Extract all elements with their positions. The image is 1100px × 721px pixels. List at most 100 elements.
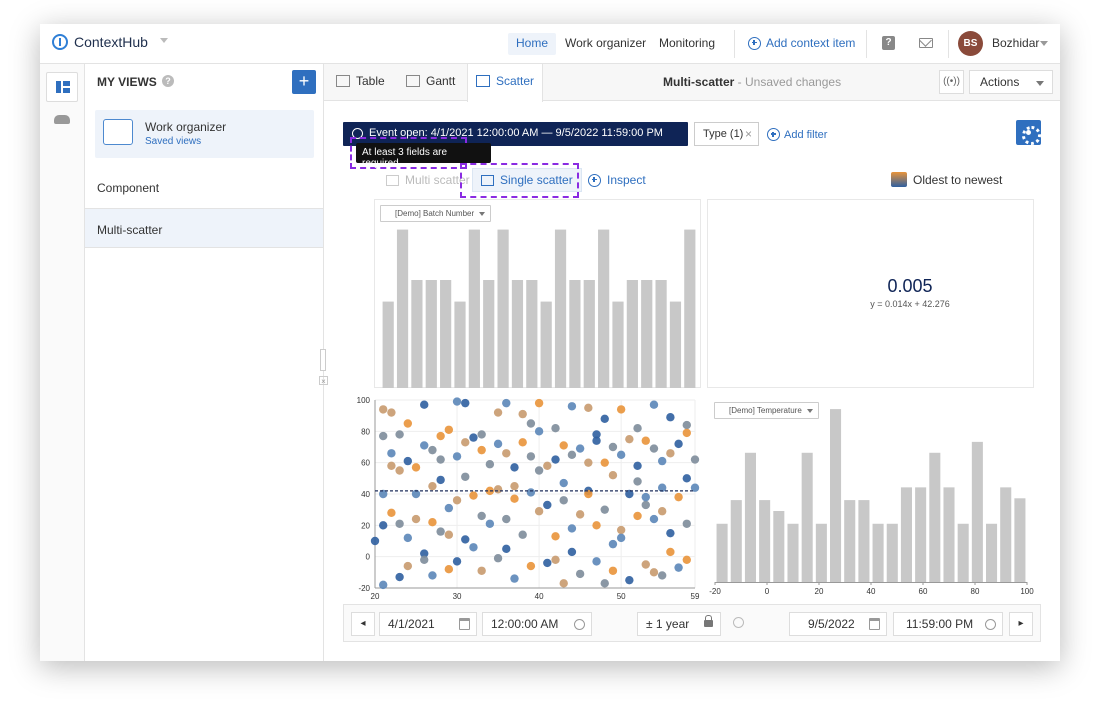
scatter-point: [428, 445, 437, 455]
scatter-point: [469, 433, 478, 442]
clock-icon[interactable]: [985, 619, 996, 630]
clock-icon[interactable]: [574, 619, 585, 630]
scatter-point: [600, 414, 609, 423]
unsaved-status: - Unsaved changes: [734, 75, 842, 89]
histogram-bar: [497, 229, 509, 388]
time-range-bar: ◂ 4/1/2021 12:00:00 AM ± 1 year 9/5/2022…: [343, 604, 1041, 642]
tab-label: Table: [356, 74, 385, 88]
scatter-point: [666, 528, 675, 538]
scatter-point: [436, 431, 445, 441]
logo[interactable]: ContextHub: [52, 34, 148, 50]
upload-rail-button[interactable]: [46, 104, 78, 134]
scatter-point: [633, 511, 642, 521]
histogram-bar: [641, 280, 653, 388]
scatter-point: [469, 491, 478, 500]
nav-home[interactable]: Home: [508, 33, 557, 55]
sidebar-item-component[interactable]: Component: [85, 167, 323, 207]
scatter-point: [682, 428, 691, 438]
chevron-down-icon[interactable]: [1040, 41, 1048, 46]
previous-range-button[interactable]: ◂: [351, 612, 375, 636]
scatter-point: [477, 566, 486, 575]
x-tick-label: 59: [691, 592, 700, 601]
scatter-point: [526, 561, 536, 571]
plus-circle-icon: [767, 128, 780, 141]
app-window: ContextHub Home Work organizer Monitorin…: [40, 24, 1060, 661]
views-rail-button[interactable]: [46, 72, 78, 102]
add-filter-button[interactable]: Add filter: [767, 128, 827, 141]
y-tick-label: 0: [366, 553, 371, 562]
left-rail: [40, 64, 85, 661]
x-histogram-panel: [374, 199, 701, 388]
scatter-point: [411, 514, 421, 524]
histogram-bar: [787, 523, 799, 582]
history-icon[interactable]: [733, 617, 744, 628]
add-view-button[interactable]: +: [292, 70, 316, 94]
sidebar-item-multi-scatter[interactable]: Multi-scatter: [85, 208, 323, 248]
view-title: Multi-scatter - Unsaved changes: [663, 75, 841, 89]
start-date-input[interactable]: 4/1/2021: [379, 612, 477, 636]
help-icon[interactable]: ?: [882, 36, 895, 50]
histogram-bar: [1000, 487, 1012, 582]
scatter-point: [534, 427, 544, 436]
histogram-bar: [929, 452, 941, 582]
chevron-down-icon[interactable]: [160, 38, 168, 43]
panel-resize-handle[interactable]: [320, 349, 326, 371]
start-time-input[interactable]: 12:00:00 AM: [482, 612, 592, 636]
y-field-label: [Demo] Temperature: [729, 406, 802, 415]
calendar-icon[interactable]: [459, 618, 470, 630]
help-icon[interactable]: ?: [162, 75, 174, 87]
histogram-bar: [986, 523, 998, 582]
scatter-point: [559, 579, 568, 588]
nav-work-organizer[interactable]: Work organizer: [557, 33, 654, 55]
add-context-item-button[interactable]: Add context item: [748, 36, 855, 50]
lock-icon[interactable]: [704, 615, 713, 627]
actions-button[interactable]: Actions: [969, 70, 1053, 94]
next-range-button[interactable]: ▸: [1009, 612, 1033, 636]
scatter-point: [452, 397, 462, 406]
scatter-point: [403, 419, 413, 428]
tab-gantt[interactable]: Gantt: [398, 64, 463, 101]
inspect-button[interactable]: Inspect: [580, 168, 654, 192]
settings-button[interactable]: [1016, 120, 1041, 145]
scatter-point: [682, 420, 691, 430]
scatter-point: [452, 496, 462, 505]
color-legend-label: Oldest to newest: [913, 173, 1003, 187]
end-date-input[interactable]: 9/5/2022: [789, 612, 887, 636]
live-mode-button[interactable]: ((•)): [939, 70, 964, 94]
histogram-bar: [425, 280, 437, 388]
y-tick-label: 40: [361, 490, 370, 499]
folder-icon: [100, 116, 133, 145]
histogram-bar: [684, 229, 696, 388]
scatter-point: [584, 403, 593, 413]
cloud-upload-icon: [54, 115, 70, 124]
scatter-point: [403, 561, 413, 571]
histogram-bar: [915, 487, 927, 582]
scatter-point: [493, 439, 503, 449]
scatter-point: [567, 450, 577, 460]
nav-monitoring[interactable]: Monitoring: [651, 33, 723, 55]
scatter-point: [551, 455, 560, 464]
chevron-down-icon: [806, 409, 813, 413]
mail-icon[interactable]: [919, 38, 933, 48]
close-icon[interactable]: ×: [319, 376, 328, 386]
histogram-bar: [716, 523, 728, 582]
inspect-icon: [588, 173, 601, 187]
tab-table[interactable]: Table: [328, 64, 393, 101]
x-field-select[interactable]: [Demo] Batch Number: [380, 205, 492, 222]
actions-label: Actions: [980, 75, 1020, 89]
saved-views-link[interactable]: Saved views: [145, 136, 201, 147]
tab-scatter[interactable]: Scatter: [467, 64, 544, 102]
histogram-bar: [759, 500, 771, 582]
close-icon[interactable]: ×: [745, 127, 752, 141]
user-name[interactable]: Bozhidar: [992, 36, 1039, 50]
avatar[interactable]: BS: [958, 31, 983, 56]
histogram-bar: [744, 452, 756, 582]
scatter-point: [387, 408, 396, 417]
scatter-point: [551, 532, 560, 541]
calendar-icon[interactable]: [869, 618, 880, 630]
end-time-input[interactable]: 11:59:00 PM: [893, 612, 1003, 636]
y-field-select[interactable]: [Demo] Temperature: [714, 402, 819, 419]
work-organizer-card[interactable]: Work organizer Saved views: [95, 110, 314, 158]
x-tick-label: -20: [709, 587, 721, 596]
type-filter[interactable]: Type (1) ×: [694, 122, 759, 146]
